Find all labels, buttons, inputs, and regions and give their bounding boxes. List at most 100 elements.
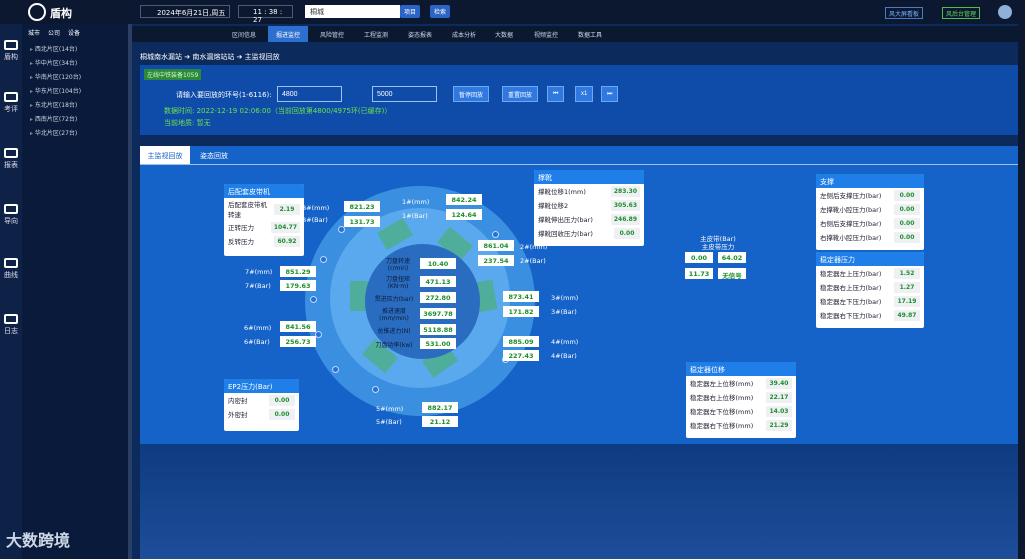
tree-tab-company[interactable]: 公司 xyxy=(48,28,60,42)
speed-button[interactable]: x1 xyxy=(575,86,594,102)
admin-button[interactable]: 风后台管理 xyxy=(942,7,981,19)
tree-item[interactable]: 华南片区(120台) xyxy=(30,72,81,81)
tab-attitude-playback[interactable]: 姿态回放 xyxy=(194,146,234,164)
card-title: 支撑 xyxy=(816,174,924,188)
cyl5-bar-value: 21.12 xyxy=(422,416,458,427)
tab-monitoring[interactable]: 掘进监控 xyxy=(268,26,308,42)
tab-cost[interactable]: 成本分析 xyxy=(444,26,484,42)
tree-item[interactable]: 西北片区(14台) xyxy=(30,44,77,53)
playback-time-info: 数据时间: 2022-12-19 02:06:00（当前回放第4800/4975… xyxy=(164,107,392,115)
card-title: 稳定器压力 xyxy=(816,252,924,266)
tab-engineering[interactable]: 工程监测 xyxy=(356,26,396,42)
sidebar-item-label: 报表 xyxy=(4,161,18,169)
cutter-speed-value: 10.40 xyxy=(420,258,456,269)
center-label: 刀盘转速(r/min) xyxy=(385,258,410,272)
sidebar-item-shield[interactable]: 盾构 xyxy=(0,40,22,62)
row-label: 稳定器左上位移(mm) xyxy=(690,380,754,388)
total-thrust-value: 5118.88 xyxy=(420,324,456,335)
tree-item[interactable]: 西南片区(72台) xyxy=(30,114,77,123)
sidebar-item-report[interactable]: 报表 xyxy=(0,148,22,170)
main-belt-value-2: 64.02 xyxy=(718,252,746,263)
pause-playback-button[interactable]: 暂停回放 xyxy=(453,86,490,102)
tree-item[interactable]: 东北片区(18台) xyxy=(30,100,77,109)
advance-speed-value: 3697.78 xyxy=(420,308,456,319)
row-label: 稳定器右上压力(bar) xyxy=(820,284,882,292)
center-label: 刀盘功率(kw) xyxy=(375,342,413,349)
row-value: 283.30 xyxy=(610,185,640,197)
rear-belt-card: 后配套皮带机 后配套皮带机转速 2.19 正转压力 104.77 反转压力 60.92 xyxy=(224,184,304,256)
cutter-power-value: 531.00 xyxy=(420,338,456,349)
row-value: 39.40 xyxy=(766,377,792,389)
row-value: 104.77 xyxy=(270,221,300,233)
cyl8-bar-label: 8#(Bar) xyxy=(302,216,328,224)
row-label: 后配套皮带机转速 xyxy=(228,201,267,219)
tree-tab-equipment[interactable]: 设备 xyxy=(68,28,80,42)
cylinder-dot xyxy=(372,386,379,393)
cyl6-mm-label: 6#(mm) xyxy=(244,324,272,332)
tree-tab-city[interactable]: 城市 xyxy=(28,28,40,42)
cyl2-bar-label: 2#(Bar) xyxy=(520,257,546,265)
sidebar-item-label: 盾构 xyxy=(4,53,18,61)
watermark-text: 大数跨境 xyxy=(6,531,71,550)
tree-item[interactable]: 华北片区(27台) xyxy=(30,128,77,137)
cylinder-dot xyxy=(310,296,317,303)
row-label: 撑靴位移1(mm) xyxy=(538,188,586,196)
sidebar-item-log[interactable]: 日志 xyxy=(0,314,22,336)
row-label: 外密封 xyxy=(228,411,248,419)
list-icon xyxy=(4,314,18,324)
row-value: 49.87 xyxy=(894,309,920,321)
row-label: 稳定器右下位移(mm) xyxy=(690,422,754,430)
ep2-card: EP2压力(Bar) 内密封 0.00 外密封 0.00 xyxy=(224,379,299,431)
card-title: 撑靴 xyxy=(534,170,644,184)
tree-item[interactable]: 华东片区(104台) xyxy=(30,86,81,95)
search-input[interactable] xyxy=(305,5,400,18)
ring-to-input[interactable] xyxy=(372,86,437,102)
sidebar-item-curve[interactable]: 曲线 xyxy=(0,258,22,280)
fast-forward-icon[interactable]: ⏭ xyxy=(601,86,619,102)
tree-item[interactable]: 华中片区(34台) xyxy=(30,58,77,67)
cylinder-dot xyxy=(338,226,345,233)
ring-from-input[interactable] xyxy=(277,86,342,102)
row-label: 反转压力 xyxy=(228,238,254,246)
center-label: 总推进力(N) xyxy=(377,328,411,335)
cylinder-dot xyxy=(332,366,339,373)
reset-playback-button[interactable]: 重置回放 xyxy=(502,86,539,102)
row-label: 内密封 xyxy=(228,397,248,405)
range-label: 请输入要回放的环号(1-6116): xyxy=(176,91,272,99)
tab-video[interactable]: 视频监控 xyxy=(526,26,566,42)
avatar[interactable] xyxy=(998,5,1012,19)
tab-main-playback[interactable]: 主监视回放 xyxy=(140,146,190,164)
cyl1-bar-value: 124.64 xyxy=(446,209,482,220)
project-dropdown-button[interactable]: 项目 xyxy=(400,5,421,18)
row-label: 右撑靴小腔压力(bar) xyxy=(820,234,882,242)
tab-section-info[interactable]: 区间信息 xyxy=(224,26,264,42)
nav-tabs: 20 区间信息 掘进监控 风险管控 工程监测 姿态报表 成本分析 大数据 视频监… xyxy=(132,26,1025,42)
dashboard-button[interactable]: 风大屏看板 xyxy=(885,7,924,19)
cutter-torque-value: 471.13 xyxy=(420,276,456,287)
tab-risk[interactable]: 风险管控 xyxy=(312,26,352,42)
panel-splitter[interactable] xyxy=(128,24,132,559)
cyl5-mm-label: 5#(mm) xyxy=(376,405,404,413)
scrollbar[interactable] xyxy=(1018,24,1025,559)
cyl4-bar-value: 227.43 xyxy=(503,350,539,361)
cyl3-mm-value: 873.41 xyxy=(503,291,539,302)
tab-attitude-report[interactable]: 姿态报表 xyxy=(400,26,440,42)
tab-data-tools[interactable]: 数据工具 xyxy=(570,26,610,42)
sidebar-item-guide[interactable]: 导向 xyxy=(0,204,22,226)
rewind-icon[interactable]: ⏮ xyxy=(547,86,565,102)
sidebar-item-label: 日志 xyxy=(4,327,18,335)
row-label: 正转压力 xyxy=(228,224,254,232)
row-label: 撑靴位移2 xyxy=(538,202,569,210)
card-title: 后配套皮带机 xyxy=(224,184,304,198)
main-monitor-area: 主监视回放 姿态回放 刀盘转速(r/min) 10.40 刀盘扭矩(KN·m) … xyxy=(140,146,1025,444)
cyl4-mm-value: 885.09 xyxy=(503,336,539,347)
chart-icon xyxy=(4,258,18,268)
tab-bigdata[interactable]: 大数据 xyxy=(484,26,524,42)
cylinder-dot xyxy=(315,331,322,338)
row-value: 1.27 xyxy=(894,281,920,293)
support-card: 支撑 左侧后支撑压力(bar) 0.00 左撑靴小腔压力(bar) 0.00 右侧后… xyxy=(816,174,924,250)
sidebar-item-evaluation[interactable]: 考评 xyxy=(0,92,22,114)
advance-pressure-value: 272.80 xyxy=(420,292,456,303)
breadcrumb: 桐城南水漏站 ➔ 南水漏熔站站 ➔ 主监视回放 xyxy=(140,53,280,61)
search-button[interactable]: 检索 xyxy=(430,5,451,18)
